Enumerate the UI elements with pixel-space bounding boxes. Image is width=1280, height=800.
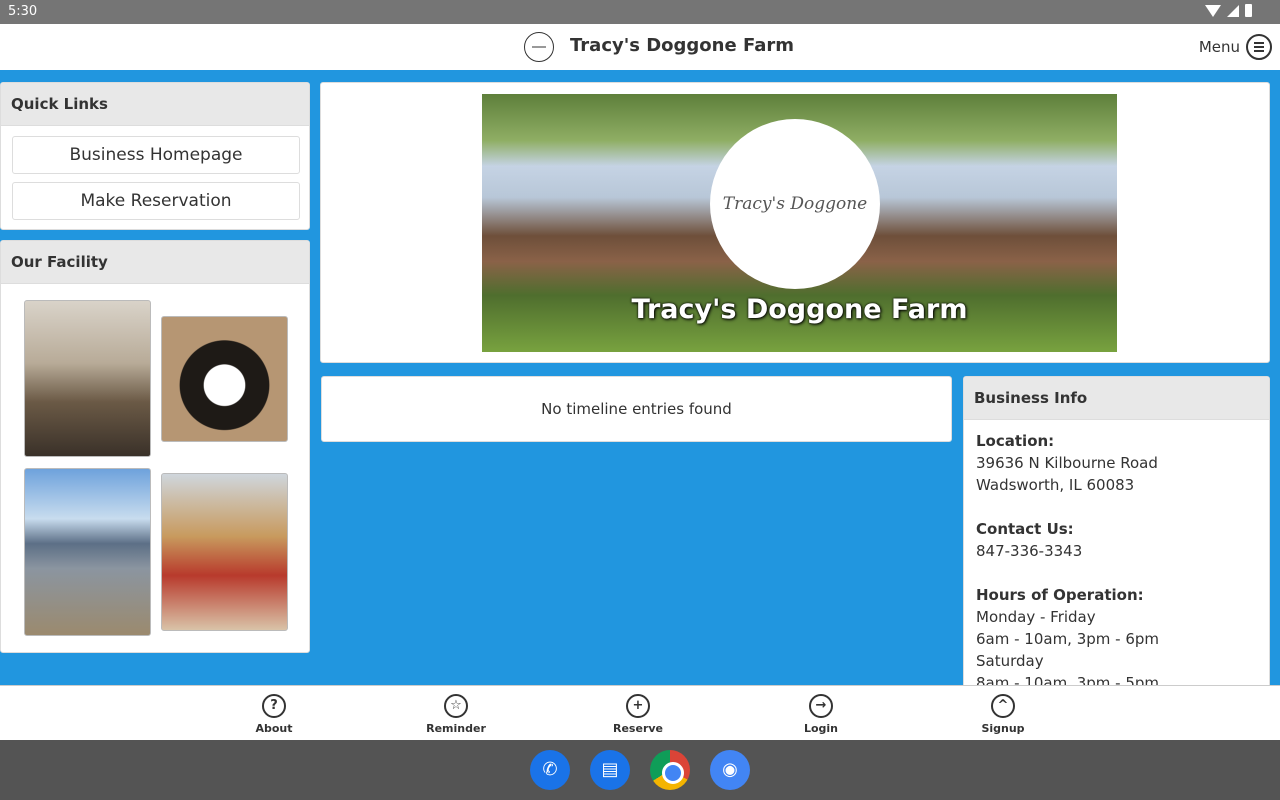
hero-logo: Tracy's Doggone Farm — [710, 119, 880, 289]
chevron-up-icon: ^ — [991, 694, 1015, 718]
facility-photo-beach-dog[interactable] — [24, 468, 151, 636]
facility-photo-cat[interactable] — [24, 300, 151, 457]
nav-about[interactable]: ? About — [229, 694, 319, 735]
bottom-nav: ? About ☆ Reminder + Reserve → Login ^ S… — [0, 685, 1280, 740]
app-bar: Tracy's Doggone Farm Menu — [0, 24, 1280, 70]
address-line: 39636 N Kilbourne Road — [976, 454, 1158, 472]
hours-label: Hours of Operation: — [976, 586, 1144, 604]
hours-line: Monday - Friday — [976, 608, 1096, 626]
star-icon: ☆ — [444, 694, 468, 718]
nav-login[interactable]: → Login — [776, 694, 866, 735]
nav-label: Reminder — [426, 722, 486, 735]
nav-reminder[interactable]: ☆ Reminder — [411, 694, 501, 735]
nav-label: Signup — [981, 722, 1025, 735]
nav-signup[interactable]: ^ Signup — [958, 694, 1048, 735]
make-reservation-button[interactable]: Make Reservation — [12, 182, 300, 220]
facility-photo-dog[interactable] — [161, 316, 288, 442]
timeline-panel: No timeline entries found — [321, 376, 952, 442]
battery-icon — [1245, 4, 1252, 17]
login-arrow-icon: → — [809, 694, 833, 718]
hamburger-icon — [1246, 34, 1272, 60]
timeline-empty-text: No timeline entries found — [541, 400, 732, 418]
hours-line: 6am - 10am, 3pm - 6pm — [976, 630, 1160, 648]
quick-links-heading: Quick Links — [1, 83, 309, 126]
nav-label: Login — [803, 722, 839, 735]
hero-business-name: Tracy's Doggone Farm — [631, 294, 968, 325]
status-icons — [1205, 4, 1252, 17]
status-bar: 5:30 — [0, 0, 1280, 24]
address-line: Wadsworth, IL 60083 — [976, 476, 1135, 494]
signal-icon — [1227, 4, 1239, 17]
business-homepage-button[interactable]: Business Homepage — [12, 136, 300, 174]
hero-farm-image: Tracy's Doggone Farm Tracy's Doggone Far… — [482, 94, 1117, 352]
menu-label: Menu — [1198, 38, 1240, 56]
question-icon: ? — [262, 694, 286, 718]
app-title: Tracy's Doggone Farm — [570, 35, 794, 56]
hero-panel: Tracy's Doggone Farm Tracy's Doggone Far… — [320, 82, 1270, 363]
system-dock: ✆ ▤ ◉ — [0, 740, 1280, 800]
logo-icon[interactable] — [524, 32, 554, 62]
wifi-icon — [1205, 4, 1221, 17]
facility-heading: Our Facility — [1, 241, 309, 284]
messages-icon[interactable]: ▤ — [590, 750, 630, 790]
facility-photo-bandana-dog[interactable] — [161, 473, 288, 631]
hours-line: Saturday — [976, 652, 1044, 670]
nav-label: About — [255, 722, 293, 735]
chrome-icon[interactable] — [650, 750, 690, 790]
menu-button[interactable]: Menu — [1199, 34, 1272, 60]
status-time: 5:30 — [8, 4, 38, 19]
nav-reserve[interactable]: + Reserve — [593, 694, 683, 735]
phone-number[interactable]: 847-336-3343 — [976, 540, 1257, 562]
phone-icon[interactable]: ✆ — [530, 750, 570, 790]
business-info-panel: Business Info Location: 39636 N Kilbourn… — [963, 376, 1270, 696]
location-label: Location: — [976, 432, 1055, 450]
nav-label: Reserve — [613, 722, 663, 735]
contact-label: Contact Us: — [976, 520, 1074, 538]
quick-links-panel: Quick Links Business Homepage Make Reser… — [0, 82, 310, 230]
facility-panel: Our Facility — [0, 240, 310, 653]
camera-icon[interactable]: ◉ — [710, 750, 750, 790]
plus-icon: + — [626, 694, 650, 718]
business-info-body: Location: 39636 N Kilbourne Road Wadswor… — [964, 420, 1269, 695]
business-info-heading: Business Info — [964, 377, 1269, 420]
